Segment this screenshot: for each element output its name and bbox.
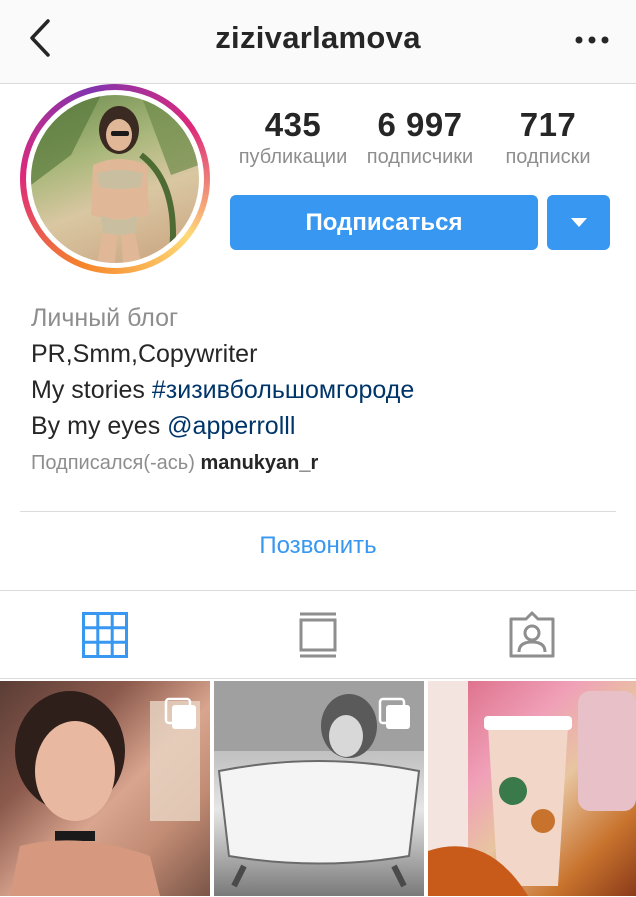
call-button[interactable]: Позвонить (0, 532, 636, 560)
multi-photo-icon (378, 697, 410, 729)
mention-link[interactable]: @apperrolll (167, 412, 295, 440)
bio-category: Личный блог (31, 304, 179, 332)
following-label: подписки (505, 146, 591, 168)
post-thumbnail[interactable] (0, 681, 210, 896)
posts-count: 435 (264, 106, 322, 143)
suggestions-dropdown-button[interactable] (547, 195, 610, 250)
avatar-photo (31, 95, 199, 263)
multi-photo-icon (164, 697, 196, 729)
grid-icon (82, 612, 128, 658)
profile-username-title: zizivarlamova (215, 20, 421, 55)
caret-down-icon (570, 218, 587, 227)
posts-grid (0, 678, 636, 897)
posts-label: публикации (238, 146, 348, 168)
tab-grid[interactable] (75, 609, 135, 661)
bio-line-2-text: My stories (31, 376, 152, 404)
following-count: 717 (519, 106, 577, 143)
more-options-button[interactable] (568, 22, 616, 58)
profile-bio: Личный блог PR,Smm,Copywriter My stories… (31, 300, 611, 475)
post-thumbnail[interactable] (428, 681, 636, 896)
story-ring[interactable] (20, 84, 210, 274)
hashtag-link[interactable]: #зизивбольшомгороде (152, 376, 414, 404)
followed-by-prefix: Подписался(-ась) (31, 452, 195, 474)
followed-by-name: manukyan_r (200, 452, 319, 474)
tab-tagged[interactable] (502, 609, 562, 661)
tab-feed[interactable] (288, 609, 348, 661)
follow-button[interactable]: Подписаться (230, 195, 538, 250)
profile-tabs (0, 591, 636, 678)
profile-stats: 435 публикации 6 997 подписчики 717 подп… (228, 106, 610, 176)
post-thumbnail[interactable] (214, 681, 424, 896)
bio-line-2: My stories #зизивбольшомгороде (31, 372, 611, 408)
followed-by[interactable]: Подписался(-ась) manukyan_r (31, 452, 611, 475)
stat-following[interactable]: 717 подписки (486, 106, 610, 169)
bio-line-1: PR,Smm,Copywriter (31, 340, 258, 368)
divider (20, 511, 616, 512)
stat-posts[interactable]: 435 публикации (228, 106, 358, 169)
top-bar: zizivarlamova (0, 0, 636, 84)
tagged-user-icon (509, 611, 555, 658)
feed-icon (299, 612, 337, 658)
stat-followers[interactable]: 6 997 подписчики (356, 106, 484, 169)
bio-line-3-text: By my eyes (31, 412, 168, 440)
post-image (428, 681, 636, 896)
followers-count: 6 997 (377, 106, 463, 143)
avatar (31, 95, 199, 263)
bio-line-3: By my eyes @apperrolll (31, 408, 611, 444)
followers-label: подписчики (366, 146, 474, 168)
more-horizontal-icon (575, 36, 609, 44)
